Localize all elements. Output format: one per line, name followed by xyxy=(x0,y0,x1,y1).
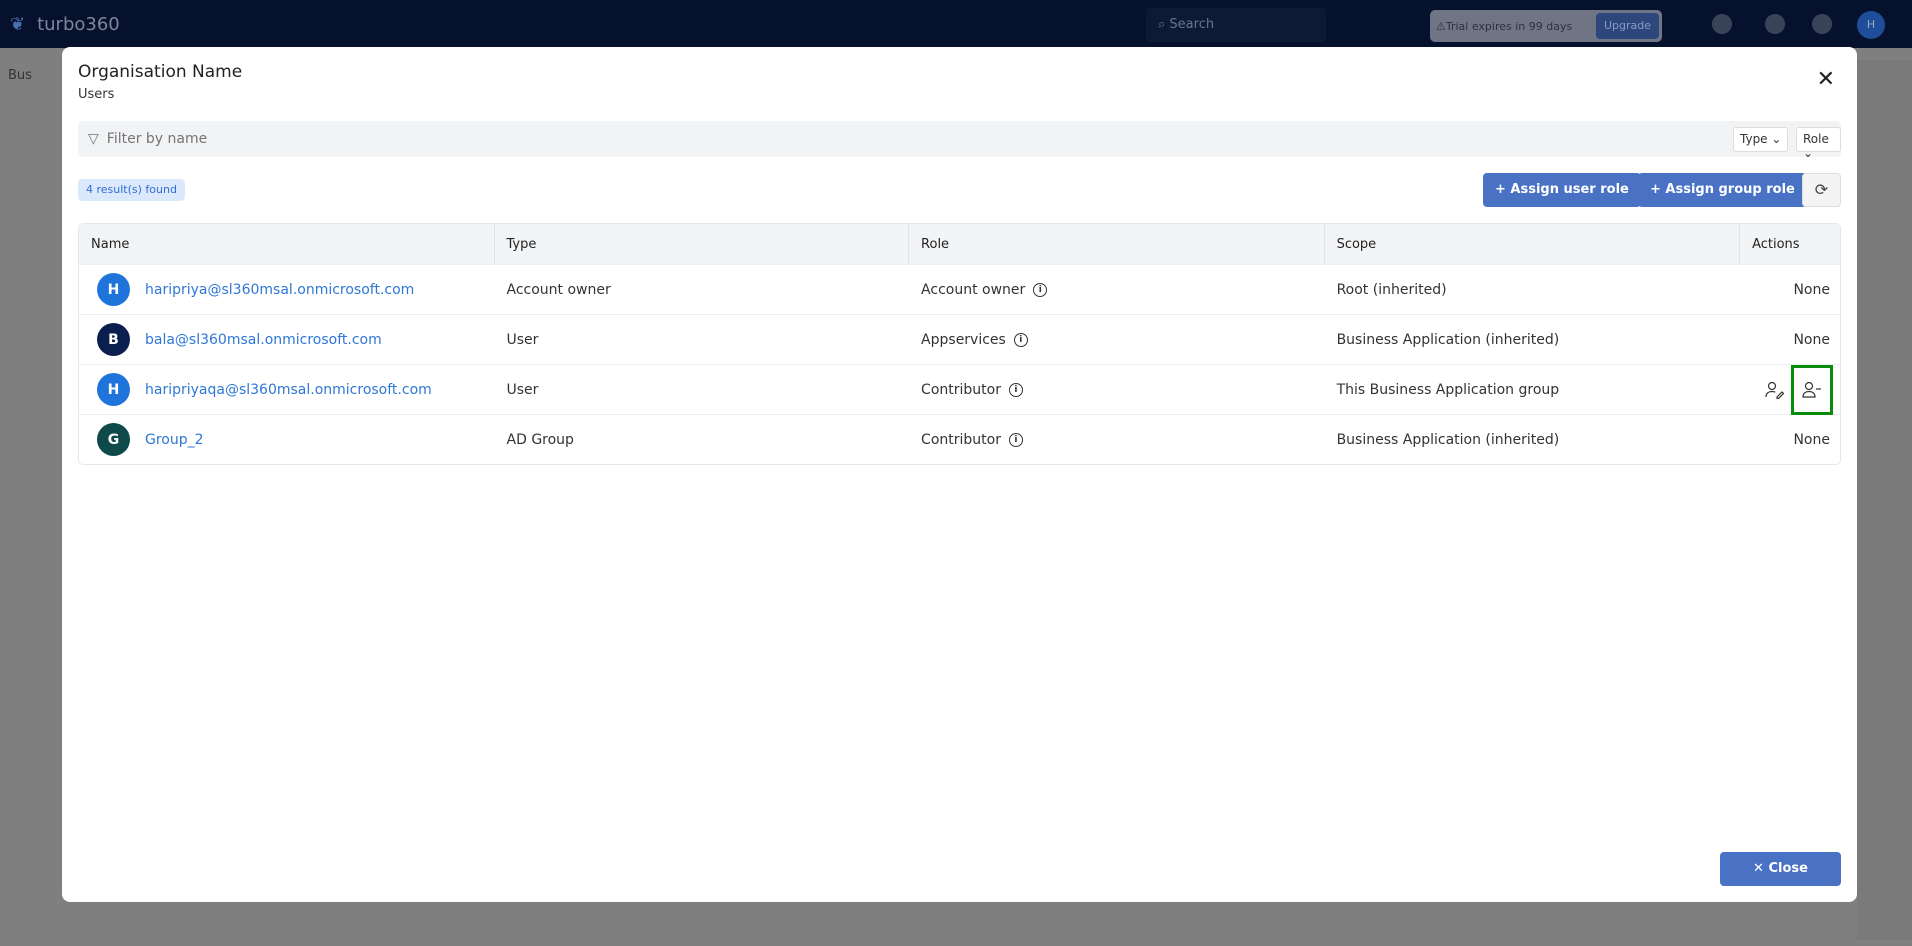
scope-cell: This Business Application group xyxy=(1336,381,1560,398)
avatar: H xyxy=(97,373,130,406)
background-panel xyxy=(1857,60,1912,940)
modal-title: Organisation Name xyxy=(78,62,243,82)
gear-icon[interactable] xyxy=(1812,14,1832,34)
search-placeholder: Search xyxy=(1169,17,1215,32)
trial-text: Trial expires in 99 days xyxy=(1445,19,1573,33)
refresh-button[interactable]: ⟳ xyxy=(1802,173,1841,207)
results-badge: 4 result(s) found xyxy=(78,179,185,201)
actions-text: None xyxy=(1793,281,1830,298)
type-cell: User xyxy=(506,381,539,398)
assign-user-role-button[interactable]: + Assign user role xyxy=(1483,173,1641,207)
global-search[interactable]: ⌕ Search xyxy=(1146,8,1326,42)
info-icon[interactable]: i xyxy=(1033,282,1048,297)
actions-text: None xyxy=(1793,331,1830,348)
trial-banner: ⚠ Trial expires in 99 days Upgrade xyxy=(1430,10,1662,42)
remove-user-icon[interactable] xyxy=(1790,364,1833,415)
bell-icon[interactable] xyxy=(1765,14,1785,34)
column-header[interactable]: Type xyxy=(495,224,910,264)
type-cell: User xyxy=(506,331,539,348)
role-dropdown-label: Role xyxy=(1803,132,1829,146)
info-icon[interactable]: i xyxy=(1008,432,1023,447)
filter-input[interactable] xyxy=(106,131,1507,147)
avatar: H xyxy=(97,273,130,306)
logo-icon: ❦ xyxy=(10,13,26,35)
role-cell: Contributor i xyxy=(909,365,1325,414)
close-icon[interactable]: ✕ xyxy=(1817,69,1835,91)
modal-subtitle: Users xyxy=(78,87,115,102)
filter-bar: ▽ Type ⌄ Role ⌄ xyxy=(78,121,1841,160)
role-dropdown[interactable]: Role ⌄ xyxy=(1796,127,1841,160)
table-header: Name Type Role Scope Actions xyxy=(79,224,1840,264)
role-text: Contributor xyxy=(921,381,1001,398)
actions-cell: None xyxy=(1740,315,1840,364)
background-breadcrumb: Bus xyxy=(8,68,32,83)
role-cell: Appservices i xyxy=(909,315,1325,364)
name-cell: G Group_2 xyxy=(79,415,495,464)
column-header[interactable]: Scope xyxy=(1325,224,1741,264)
type-cell: Account owner xyxy=(506,281,611,298)
upgrade-button[interactable]: Upgrade xyxy=(1595,13,1659,39)
filter-icon: ▽ xyxy=(88,131,99,147)
name-cell: Hharipriya@sl360msal.onmicrosoft.com xyxy=(79,265,495,314)
actions-text: None xyxy=(1793,431,1830,448)
user-avatar[interactable]: H xyxy=(1857,11,1885,39)
role-text: Appservices xyxy=(921,331,1006,348)
edit-user-icon[interactable] xyxy=(1764,379,1786,401)
scope-cell: Business Application (inherited) xyxy=(1336,331,1560,348)
user-link[interactable]: Group_2 xyxy=(145,432,204,448)
column-header: Actions xyxy=(1752,236,1800,252)
column-header[interactable]: Role xyxy=(909,224,1325,264)
table-row: G Group_2 AD Group Contributor i Business … xyxy=(79,414,1840,464)
avatar: B xyxy=(97,323,130,356)
user-link[interactable]: haripriya@sl360msal.onmicrosoft.com xyxy=(145,282,414,298)
type-dropdown[interactable]: Type ⌄ xyxy=(1733,127,1789,152)
name-cell: Hharipriyaqa@sl360msal.onmicrosoft.com xyxy=(79,365,495,414)
actions-cell: None xyxy=(1740,415,1840,464)
megaphone-icon[interactable] xyxy=(1712,14,1732,34)
actions-cell: None xyxy=(1740,265,1840,314)
scope-cell: Business Application (inherited) xyxy=(1336,431,1560,448)
role-text: Contributor xyxy=(921,431,1001,448)
role-cell: Contributor i xyxy=(909,415,1325,464)
role-text: Account owner xyxy=(921,281,1026,298)
user-link[interactable]: bala@sl360msal.onmicrosoft.com xyxy=(145,332,382,348)
table-row: Bbala@sl360msal.onmicrosoft.com User App… xyxy=(79,314,1840,364)
role-cell: Account owner i xyxy=(909,265,1325,314)
scope-cell: Root (inherited) xyxy=(1336,281,1447,298)
type-dropdown-label: Type xyxy=(1740,132,1768,146)
avatar: G xyxy=(97,423,130,456)
actions-cell xyxy=(1740,364,1840,415)
type-cell: AD Group xyxy=(506,431,574,448)
column-header[interactable]: Name xyxy=(79,224,495,264)
name-cell: Bbala@sl360msal.onmicrosoft.com xyxy=(79,315,495,364)
users-modal: Organisation Name Users ✕ ▽ Type ⌄ Role … xyxy=(62,47,1857,902)
info-icon[interactable]: i xyxy=(1008,382,1023,397)
brand-name: turbo360 xyxy=(37,13,120,35)
top-navbar: ❦ turbo360 ⌕ Search ⚠ Trial expires in 9… xyxy=(0,0,1912,48)
users-table: Name Type Role Scope Actions Hharipriya@… xyxy=(78,223,1841,465)
info-icon[interactable]: i xyxy=(1013,332,1028,347)
table-row: Hharipriyaqa@sl360msal.onmicrosoft.com U… xyxy=(79,364,1840,415)
table-row: Hharipriya@sl360msal.onmicrosoft.com Acc… xyxy=(79,264,1840,314)
refresh-icon: ⟳ xyxy=(1814,180,1829,199)
close-button[interactable]: ✕ Close xyxy=(1720,852,1841,886)
user-link[interactable]: haripriyaqa@sl360msal.onmicrosoft.com xyxy=(145,382,432,398)
assign-group-role-button[interactable]: + Assign group role xyxy=(1638,173,1807,207)
